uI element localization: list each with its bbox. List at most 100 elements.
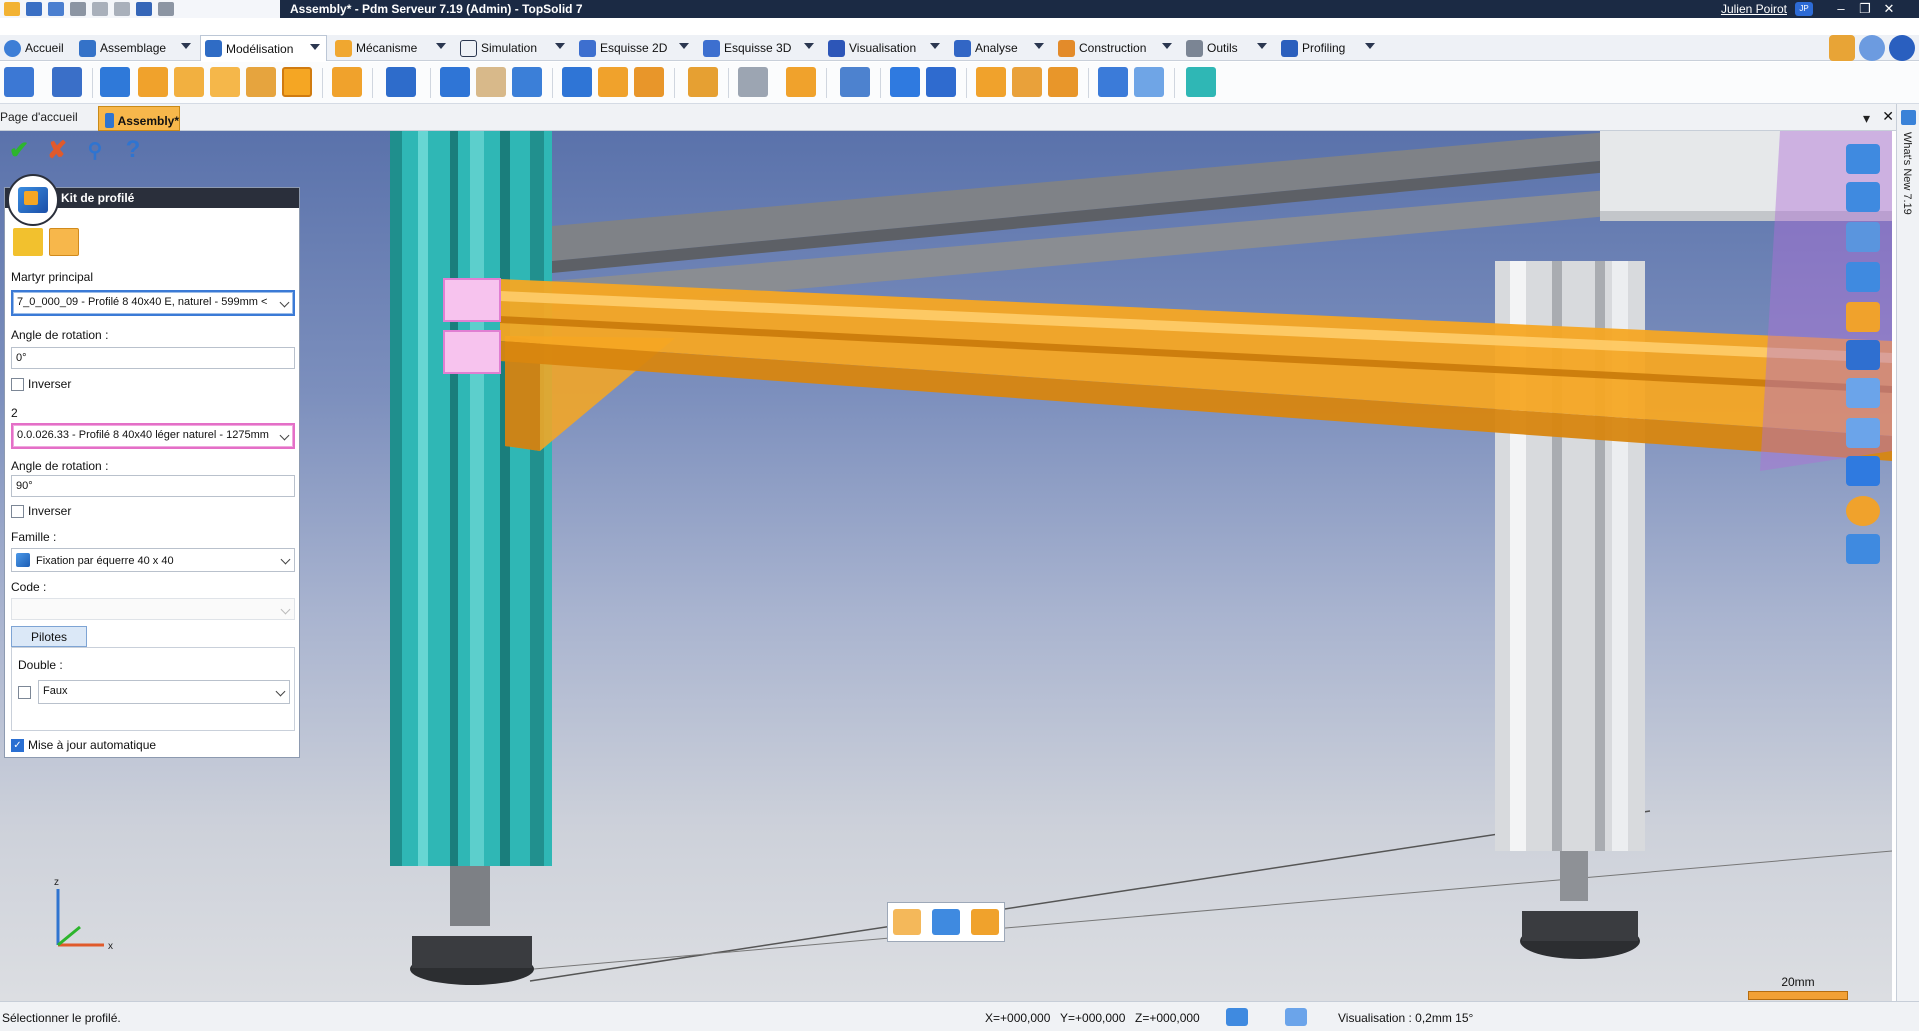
shape-tool-icon[interactable]	[976, 67, 1006, 97]
whats-new-panel[interactable]: What's New 7.19	[1896, 104, 1919, 1001]
tab-esquisse-3d[interactable]: Esquisse 3D	[699, 35, 820, 61]
close-icon[interactable]: ✕	[1879, 1, 1899, 17]
box-tool-icon[interactable]	[210, 67, 240, 97]
rotation2-field[interactable]: 90°	[11, 475, 295, 497]
camera-icon[interactable]	[1846, 222, 1880, 252]
tab-assemblage[interactable]: Assemblage	[75, 35, 197, 61]
chevron-down-icon[interactable]	[280, 604, 291, 615]
view-cube-icon[interactable]	[1846, 456, 1880, 486]
chevron-down-icon[interactable]	[181, 43, 191, 49]
palette-icon[interactable]	[1846, 496, 1880, 526]
tab-home-page[interactable]: Page d'accueil	[0, 107, 84, 129]
pin-icon[interactable]: ⚲	[82, 137, 108, 163]
sketch-tool-icon[interactable]	[4, 67, 34, 97]
block-tool-icon[interactable]	[786, 67, 816, 97]
auto-update-checkbox[interactable]: ✓ Mise à jour automatique	[11, 738, 156, 752]
fillet-tool-icon[interactable]	[1048, 67, 1078, 97]
bend-tool-icon[interactable]	[598, 67, 628, 97]
print-icon[interactable]	[70, 2, 86, 16]
chevron-down-icon[interactable]	[279, 297, 290, 308]
tab-accueil[interactable]: Accueil	[0, 35, 72, 61]
martyr-select[interactable]: 7_0_000_09 - Profilé 8 40x40 E, naturel …	[11, 290, 295, 316]
folder-tool-icon[interactable]	[138, 67, 168, 97]
chevron-down-icon[interactable]	[555, 43, 565, 49]
export-snap-icon[interactable]	[970, 909, 999, 935]
chevron-down-icon[interactable]	[279, 430, 290, 441]
chevron-down-icon[interactable]	[1257, 43, 1267, 49]
help-icon[interactable]: ?	[120, 136, 146, 163]
chevron-down-icon[interactable]	[310, 44, 320, 50]
pan-icon[interactable]	[1846, 144, 1880, 174]
abc-tool-icon[interactable]	[926, 67, 956, 97]
tab-assembly[interactable]: Assembly*	[98, 106, 180, 131]
checkbox[interactable]	[11, 377, 24, 391]
invert2-checkbox[interactable]: Inverser	[11, 504, 71, 518]
steps-tool-icon[interactable]	[512, 67, 542, 97]
layers-tool-icon[interactable]	[386, 67, 416, 97]
cube-tool-icon[interactable]	[440, 67, 470, 97]
walk-icon[interactable]	[1846, 262, 1880, 292]
checkbox-checked[interactable]: ✓	[11, 738, 24, 752]
chevron-down-icon[interactable]	[280, 554, 291, 565]
close-document-icon[interactable]: ✕	[1882, 108, 1894, 125]
tab-esquisse-2d[interactable]: Esquisse 2D	[575, 35, 695, 61]
code-select[interactable]	[11, 598, 295, 620]
tab-analyse[interactable]: Analyse	[950, 35, 1050, 61]
redo-icon[interactable]	[114, 2, 130, 16]
minimize-icon[interactable]: –	[1831, 1, 1851, 17]
tab-modelisation[interactable]: Modélisation	[200, 35, 327, 61]
pen-icon[interactable]	[136, 2, 152, 16]
tab-mecanisme[interactable]: Mécanisme	[331, 35, 452, 61]
chevron-down-icon[interactable]	[930, 43, 940, 49]
chevron-down-icon[interactable]	[436, 43, 446, 49]
undo-icon[interactable]	[92, 2, 108, 16]
layer-status-icon[interactable]	[1285, 1008, 1307, 1026]
save-all-icon[interactable]	[48, 2, 64, 16]
restore-icon[interactable]: ❐	[1855, 1, 1875, 17]
chevron-down-icon[interactable]	[1034, 43, 1044, 49]
tab-profiling[interactable]: Profiling	[1277, 35, 1381, 61]
tab-pilotes[interactable]: Pilotes	[11, 626, 87, 647]
profile-tool-icon[interactable]	[100, 67, 130, 97]
invert1-checkbox[interactable]: Inverser	[11, 377, 71, 391]
folder-mode-icon[interactable]	[13, 228, 43, 256]
double-checkbox[interactable]	[18, 686, 31, 699]
section-icon[interactable]	[1846, 302, 1880, 332]
stack-blue-tool-icon[interactable]	[1098, 67, 1128, 97]
split-view-icon[interactable]	[1846, 340, 1880, 370]
search-icon[interactable]	[1859, 35, 1885, 61]
axis-status-icon[interactable]	[1226, 1008, 1248, 1026]
user-name-link[interactable]: Julien Poirot	[1721, 2, 1787, 16]
family-select[interactable]: Fixation par équerre 40 x 40	[11, 548, 295, 572]
ok-icon[interactable]: ✔	[6, 137, 32, 164]
zoom-icon[interactable]	[1846, 418, 1880, 448]
chevron-down-icon[interactable]	[679, 43, 689, 49]
save-icon[interactable]	[26, 2, 42, 16]
origin-snap-icon[interactable]	[931, 909, 960, 935]
pattern-tool-icon[interactable]	[688, 67, 718, 97]
assembly-mode-icon[interactable]	[49, 228, 79, 256]
tab-construction[interactable]: Construction	[1054, 35, 1178, 61]
app-logo-icon[interactable]	[4, 2, 20, 16]
frame-tool-icon[interactable]	[840, 67, 870, 97]
elbow-tool-icon[interactable]	[634, 67, 664, 97]
tab-simulation[interactable]: Simulation	[456, 35, 571, 61]
zoom-window-icon[interactable]	[1846, 378, 1880, 408]
tab-outils[interactable]: Outils	[1182, 35, 1273, 61]
point-snap-icon[interactable]	[893, 909, 922, 935]
profile-kit-tool-icon[interactable]	[282, 67, 312, 97]
edit-tool-icon[interactable]	[52, 67, 82, 97]
checkbox[interactable]	[11, 504, 24, 518]
rotate-icon[interactable]	[1846, 182, 1880, 212]
sheets-tool-icon[interactable]	[476, 67, 506, 97]
user-badge[interactable]: JP	[1795, 2, 1813, 16]
wrench-tool-icon[interactable]	[246, 67, 276, 97]
tab-visualisation[interactable]: Visualisation	[824, 35, 946, 61]
chevron-down-icon[interactable]	[1162, 43, 1172, 49]
inspect-tool-icon[interactable]	[1186, 67, 1216, 97]
shell-tool-icon[interactable]	[1012, 67, 1042, 97]
curve-tool-icon[interactable]	[332, 67, 362, 97]
solid-tool-icon[interactable]	[890, 67, 920, 97]
box-open-tool-icon[interactable]	[1134, 67, 1164, 97]
fold-tool-icon[interactable]	[562, 67, 592, 97]
